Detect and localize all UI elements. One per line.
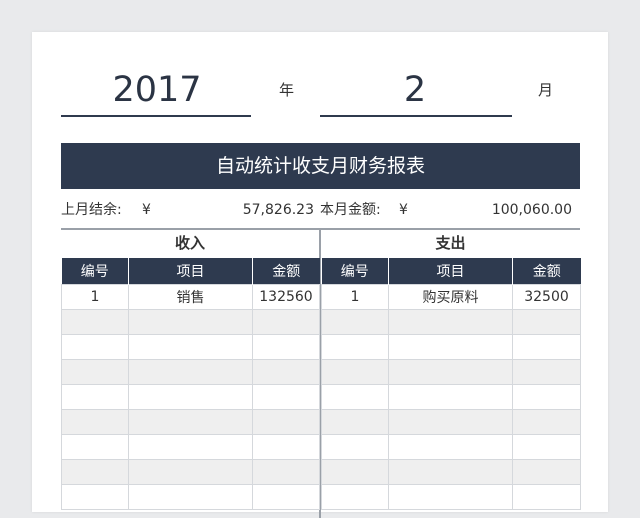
expense-cell-item[interactable] — [388, 484, 513, 510]
current-amount-currency: ¥ — [399, 202, 408, 218]
expense-cell-item[interactable] — [388, 384, 513, 410]
last-balance-label: 上月结余: — [61, 202, 122, 218]
income-cell-no[interactable] — [61, 434, 129, 460]
table-row — [321, 384, 581, 410]
expense-section-title: 支出 — [435, 234, 466, 252]
income-cell-no[interactable] — [61, 484, 129, 510]
expense-cell-amount[interactable] — [512, 484, 581, 510]
expense-cell-amount[interactable] — [512, 409, 581, 435]
table-row: 1 购买原料 32500 — [321, 284, 581, 310]
current-amount-value[interactable]: 100,060.00 — [452, 198, 572, 222]
current-amount-label: 本月金额: — [320, 202, 381, 218]
income-cell-amount[interactable] — [252, 409, 320, 435]
income-cell-item[interactable] — [128, 334, 253, 360]
expense-cell-no[interactable] — [321, 409, 389, 435]
expense-cell-amount[interactable] — [512, 434, 581, 460]
income-cell-no[interactable] — [61, 359, 129, 385]
expense-cell-item[interactable] — [388, 359, 513, 385]
expense-header-amount: 金额 — [512, 258, 581, 285]
income-cell-amount[interactable] — [252, 359, 320, 385]
income-header-item: 项目 — [128, 258, 253, 285]
month-field[interactable]: 2 — [320, 70, 510, 110]
expense-cell-no[interactable]: 1 — [321, 284, 389, 310]
income-section-title: 收入 — [174, 234, 205, 252]
income-cell-item[interactable]: 销售 — [128, 284, 253, 310]
expense-header-no: 编号 — [321, 258, 389, 285]
report-sheet: 2017 年 2 月 自动统计收支月财务报表 上月结余: ¥ 57,826.23… — [32, 32, 608, 518]
expense-cell-amount[interactable]: 32500 — [512, 284, 581, 310]
income-cell-item[interactable] — [128, 309, 253, 335]
expense-cell-item[interactable] — [388, 459, 513, 485]
expense-table: 编号 项目 金额 1 购买原料 32500 — [321, 258, 581, 510]
table-row — [61, 434, 320, 460]
month-underline — [320, 115, 512, 117]
income-table: 编号 项目 金额 1 销售 132560 — [61, 258, 320, 510]
table-row — [321, 434, 581, 460]
income-cell-item[interactable] — [128, 459, 253, 485]
income-cell-no[interactable] — [61, 334, 129, 360]
income-cell-no[interactable] — [61, 409, 129, 435]
income-cell-amount[interactable]: 132560 — [252, 284, 320, 310]
date-row: 2017 年 2 月 — [32, 32, 608, 122]
income-cell-amount[interactable] — [252, 334, 320, 360]
expense-header-item: 项目 — [388, 258, 513, 285]
month-unit-label: 月 — [538, 81, 554, 99]
expense-cell-item[interactable] — [388, 309, 513, 335]
income-cell-amount[interactable] — [252, 434, 320, 460]
income-cell-amount[interactable] — [252, 484, 320, 510]
table-row — [61, 409, 320, 435]
table-row — [321, 334, 581, 360]
income-cell-amount[interactable] — [252, 384, 320, 410]
table-row — [61, 459, 320, 485]
expense-cell-no[interactable] — [321, 459, 389, 485]
table-row — [61, 484, 320, 510]
table-row — [61, 309, 320, 335]
income-header-amount: 金额 — [252, 258, 320, 285]
expense-cell-no[interactable] — [321, 334, 389, 360]
income-cell-no[interactable] — [61, 459, 129, 485]
expense-cell-amount[interactable] — [512, 384, 581, 410]
expense-cell-no[interactable] — [321, 359, 389, 385]
table-row — [321, 359, 581, 385]
income-cell-item[interactable] — [128, 484, 253, 510]
last-balance-value[interactable]: 57,826.23 — [192, 198, 314, 222]
expense-cell-no[interactable] — [321, 484, 389, 510]
year-underline — [61, 115, 251, 117]
income-cell-no[interactable] — [61, 309, 129, 335]
table-row — [321, 409, 581, 435]
expense-cell-item[interactable] — [388, 434, 513, 460]
expense-cell-no[interactable] — [321, 384, 389, 410]
table-row — [321, 459, 581, 485]
income-cell-item[interactable] — [128, 434, 253, 460]
expense-cell-amount[interactable] — [512, 309, 581, 335]
report-title: 自动统计收支月财务报表 — [61, 143, 580, 189]
year-unit-label: 年 — [279, 81, 295, 99]
expense-cell-item[interactable] — [388, 334, 513, 360]
table-row: 1 销售 132560 — [61, 284, 320, 310]
income-cell-item[interactable] — [128, 409, 253, 435]
table-row — [321, 309, 581, 335]
income-header-no: 编号 — [61, 258, 129, 285]
expense-cell-no[interactable] — [321, 309, 389, 335]
table-row — [61, 334, 320, 360]
expense-cell-item[interactable] — [388, 409, 513, 435]
table-row — [321, 484, 581, 510]
income-cell-amount[interactable] — [252, 309, 320, 335]
income-cell-no[interactable] — [61, 384, 129, 410]
expense-cell-amount[interactable] — [512, 334, 581, 360]
income-cell-amount[interactable] — [252, 459, 320, 485]
last-balance-currency: ¥ — [142, 202, 151, 218]
income-cell-item[interactable] — [128, 384, 253, 410]
expense-cell-item[interactable]: 购买原料 — [388, 284, 513, 310]
year-field[interactable]: 2017 — [62, 70, 252, 110]
expense-cell-amount[interactable] — [512, 459, 581, 485]
income-cell-item[interactable] — [128, 359, 253, 385]
expense-cell-no[interactable] — [321, 434, 389, 460]
expense-cell-amount[interactable] — [512, 359, 581, 385]
table-row — [61, 384, 320, 410]
income-cell-no[interactable]: 1 — [61, 284, 129, 310]
table-row — [61, 359, 320, 385]
